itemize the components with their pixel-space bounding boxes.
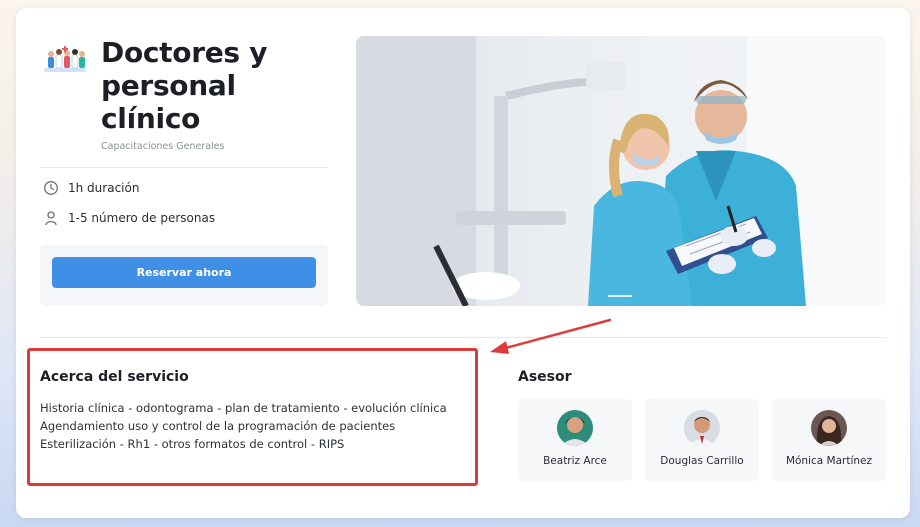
divider <box>40 167 328 168</box>
person-icon <box>42 209 60 227</box>
avatar <box>557 410 593 446</box>
clock-icon <box>42 179 60 197</box>
about-line: Historia clínica - odontograma - plan de… <box>40 401 447 415</box>
advisor-card[interactable]: Mónica Martínez <box>772 399 886 481</box>
group-size-text: 1-5 número de personas <box>68 211 216 225</box>
group-size-row: 1-5 número de personas <box>42 209 215 227</box>
avatar <box>684 410 720 446</box>
advisor-name: Beatriz Arce <box>543 455 607 467</box>
annotation-arrow-icon <box>480 312 615 360</box>
advisors-title: Asesor <box>518 369 572 385</box>
section-divider <box>40 337 886 338</box>
hero-image <box>356 36 886 306</box>
avatar <box>811 410 847 446</box>
about-line: Esterilización - Rh1 - otros formatos de… <box>40 437 345 451</box>
title-line: clínico <box>101 102 201 135</box>
advisor-card[interactable]: Beatriz Arce <box>518 399 632 481</box>
medical-staff-logo-icon <box>44 46 86 74</box>
about-title: Acerca del servicio <box>40 369 189 385</box>
advisor-card[interactable]: Douglas Carrillo <box>645 399 759 481</box>
advisor-name: Mónica Martínez <box>785 455 873 467</box>
title-line: Doctores y <box>101 36 268 69</box>
book-now-button[interactable]: Reservar ahora <box>52 257 316 288</box>
duration-row: 1h duración <box>42 179 139 197</box>
duration-text: 1h duración <box>68 181 140 195</box>
service-category: Capacitaciones Generales <box>101 141 225 152</box>
title-line: personal <box>101 69 236 102</box>
carousel-indicator[interactable] <box>608 295 632 297</box>
about-line: Agendamiento uso y control de la program… <box>40 419 396 433</box>
page-title: Doctores y personal clínico <box>101 36 331 135</box>
advisor-name: Douglas Carrillo <box>660 455 744 467</box>
